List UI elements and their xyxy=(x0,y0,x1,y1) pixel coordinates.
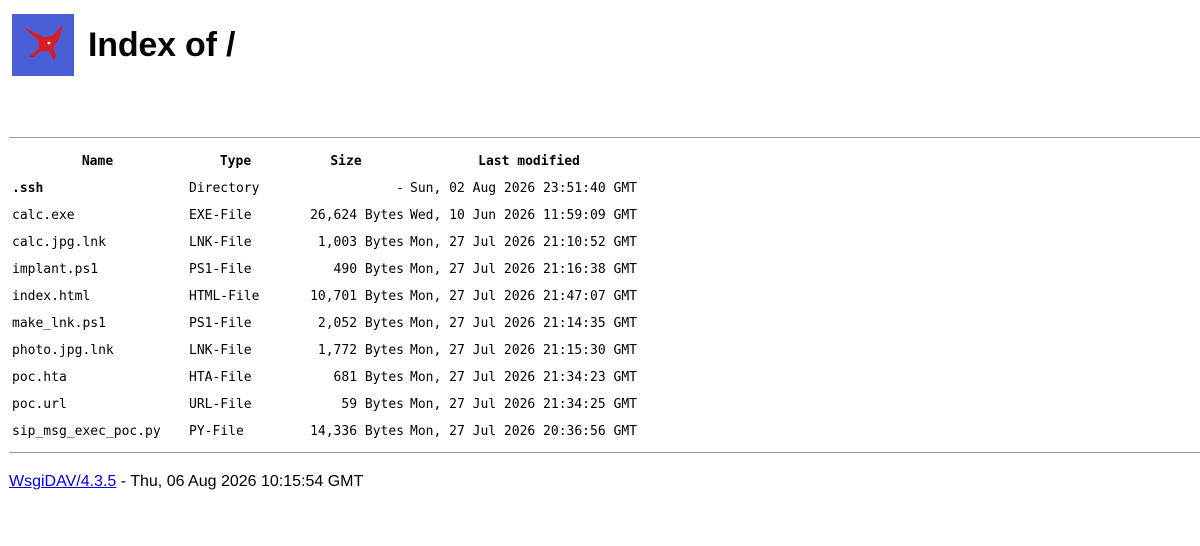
table-row: calc.exe EXE-File 26,624 Bytes Wed, 10 J… xyxy=(9,202,651,229)
top-divider xyxy=(9,137,1200,138)
column-header-last-modified[interactable]: Last modified xyxy=(407,148,651,175)
column-header-size[interactable]: Size xyxy=(285,148,407,175)
file-size: 490 Bytes xyxy=(333,262,404,277)
table-row: photo.jpg.lnk LNK-File 1,772 Bytes Mon, … xyxy=(9,337,651,364)
bottom-divider xyxy=(9,452,1200,453)
file-size: 681 Bytes xyxy=(333,370,404,385)
file-modified: Mon, 27 Jul 2026 21:14:35 GMT xyxy=(410,316,637,331)
table-row: .ssh Directory - Sun, 02 Aug 2026 23:51:… xyxy=(9,175,651,202)
column-header-type[interactable]: Type xyxy=(186,148,285,175)
file-size: 59 Bytes xyxy=(341,397,404,412)
table-header-row: Name Type Size Last modified xyxy=(9,148,651,175)
file-modified: Mon, 27 Jul 2026 21:34:23 GMT xyxy=(410,370,637,385)
file-type: HTA-File xyxy=(189,370,252,385)
file-name[interactable]: calc.jpg.lnk xyxy=(9,229,186,256)
table-row: implant.ps1 PS1-File 490 Bytes Mon, 27 J… xyxy=(9,256,651,283)
file-size: 10,701 Bytes xyxy=(310,289,404,304)
file-name[interactable]: index.html xyxy=(9,283,186,310)
file-name[interactable]: sip_msg_exec_poc.py xyxy=(9,418,186,445)
table-row: poc.hta HTA-File 681 Bytes Mon, 27 Jul 2… xyxy=(9,364,651,391)
table-row: calc.jpg.lnk LNK-File 1,003 Bytes Mon, 2… xyxy=(9,229,651,256)
file-type: HTML-File xyxy=(189,289,260,304)
file-type: PS1-File xyxy=(189,262,252,277)
table-row: index.html HTML-File 10,701 Bytes Mon, 2… xyxy=(9,283,651,310)
file-type: PS1-File xyxy=(189,316,252,331)
file-name[interactable]: make_lnk.ps1 xyxy=(9,310,186,337)
file-modified: Mon, 27 Jul 2026 20:36:56 GMT xyxy=(410,424,637,439)
file-size: 1,003 Bytes xyxy=(317,235,404,250)
wsgidav-version-link[interactable]: WsgiDAV/4.3.5 xyxy=(9,473,116,490)
file-name[interactable]: calc.exe xyxy=(9,202,186,229)
file-name[interactable]: poc.url xyxy=(9,391,186,418)
column-header-name[interactable]: Name xyxy=(9,148,186,175)
table-row: poc.url URL-File 59 Bytes Mon, 27 Jul 20… xyxy=(9,391,651,418)
header: Index of / xyxy=(12,14,235,76)
file-size: 14,336 Bytes xyxy=(310,424,404,439)
file-type: LNK-File xyxy=(189,343,252,358)
file-size: - xyxy=(396,181,404,196)
file-modified: Mon, 27 Jul 2026 21:15:30 GMT xyxy=(410,343,637,358)
page-title: Index of / xyxy=(88,26,236,64)
file-name[interactable]: implant.ps1 xyxy=(9,256,186,283)
page: Index of / Name Type Size Last modified … xyxy=(0,0,1200,546)
file-size: 26,624 Bytes xyxy=(310,208,404,223)
file-modified: Mon, 27 Jul 2026 21:16:38 GMT xyxy=(410,262,637,277)
file-type: URL-File xyxy=(189,397,252,412)
file-modified: Mon, 27 Jul 2026 21:10:52 GMT xyxy=(410,235,637,250)
file-name[interactable]: poc.hta xyxy=(9,364,186,391)
file-name[interactable]: .ssh xyxy=(9,175,186,202)
file-modified: Mon, 27 Jul 2026 21:47:07 GMT xyxy=(410,289,637,304)
file-type: EXE-File xyxy=(189,208,252,223)
file-type: Directory xyxy=(189,181,260,196)
footer-timestamp: - Thu, 06 Aug 2026 10:15:54 GMT xyxy=(116,473,364,490)
file-listing-table: Name Type Size Last modified .ssh Direct… xyxy=(9,148,651,445)
file-name[interactable]: photo.jpg.lnk xyxy=(9,337,186,364)
bird-icon xyxy=(23,25,63,61)
file-size: 2,052 Bytes xyxy=(317,316,404,331)
footer: WsgiDAV/4.3.5 - Thu, 06 Aug 2026 10:15:5… xyxy=(9,473,363,491)
file-modified: Wed, 10 Jun 2026 11:59:09 GMT xyxy=(410,208,637,223)
wsgidav-logo-icon xyxy=(12,14,74,76)
table-row: make_lnk.ps1 PS1-File 2,052 Bytes Mon, 2… xyxy=(9,310,651,337)
file-size: 1,772 Bytes xyxy=(317,343,404,358)
table-row: sip_msg_exec_poc.py PY-File 14,336 Bytes… xyxy=(9,418,651,445)
file-type: LNK-File xyxy=(189,235,252,250)
file-type: PY-File xyxy=(189,424,244,439)
file-modified: Sun, 02 Aug 2026 23:51:40 GMT xyxy=(410,181,637,196)
file-modified: Mon, 27 Jul 2026 21:34:25 GMT xyxy=(410,397,637,412)
